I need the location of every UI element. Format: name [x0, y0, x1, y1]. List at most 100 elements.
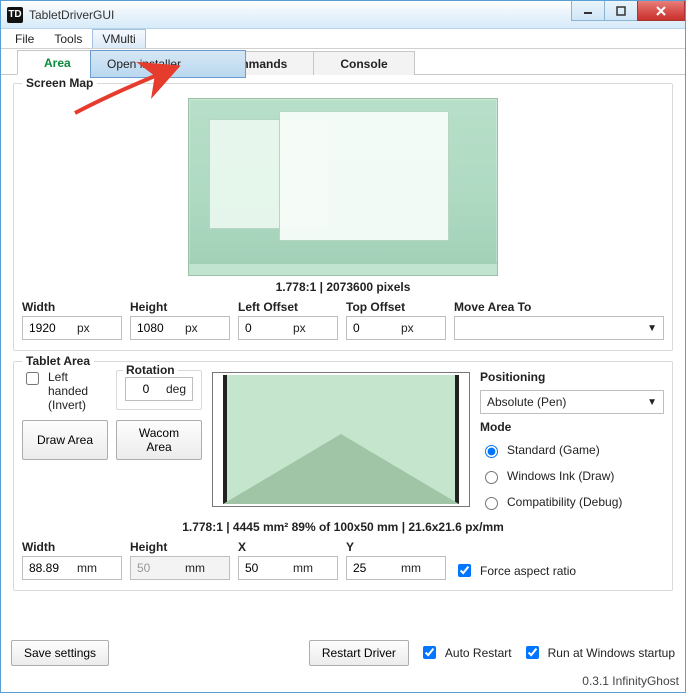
mode-windowsink-radio[interactable]	[485, 471, 498, 484]
screen-topoffset-label: Top Offset	[346, 300, 446, 314]
mode-compat-row[interactable]: Compatibility (Debug)	[480, 494, 664, 510]
screen-leftoffset-label: Left Offset	[238, 300, 338, 314]
menubar: File Tools VMulti	[1, 29, 685, 49]
left-handed-label: Left handed (Invert)	[48, 370, 108, 412]
auto-restart-checkbox[interactable]	[423, 646, 436, 659]
screen-leftoffset-box: px	[238, 316, 338, 340]
close-icon	[655, 5, 667, 17]
menu-tools[interactable]: Tools	[44, 29, 92, 48]
rotation-legend: Rotation	[123, 363, 178, 377]
rotation-input[interactable]	[126, 382, 166, 396]
screen-height-unit: px	[185, 321, 204, 335]
screen-leftoffset-input[interactable]	[239, 321, 293, 335]
screen-height-box: px	[130, 316, 230, 340]
app-icon: TD	[7, 7, 23, 23]
left-handed-checkbox[interactable]	[26, 372, 39, 385]
left-handed-row[interactable]: Left handed (Invert)	[22, 370, 108, 412]
chevron-down-icon: ▼	[647, 323, 657, 334]
maximize-icon	[616, 6, 626, 16]
mode-windowsink-label: Windows Ink (Draw)	[507, 469, 614, 483]
chevron-down-icon: ▼	[647, 397, 657, 408]
menu-file[interactable]: File	[5, 29, 44, 48]
close-button[interactable]	[637, 1, 685, 21]
tab-content-area: Screen Map 1.778:1 | 2073600 pixels Widt…	[1, 75, 685, 591]
status-text: 0.3.1 InfinityGhost	[582, 674, 679, 688]
ta-x-input[interactable]	[239, 561, 293, 575]
screen-topoffset-box: px	[346, 316, 446, 340]
ta-width-input[interactable]	[23, 561, 77, 575]
screen-width-label: Width	[22, 300, 122, 314]
screen-topoffset-input[interactable]	[347, 321, 401, 335]
draw-area-button[interactable]: Draw Area	[22, 420, 108, 460]
move-area-to-label: Move Area To	[454, 300, 664, 314]
preview-window-b	[279, 111, 449, 241]
window-title: TabletDriverGUI	[29, 8, 114, 22]
preview-taskbar	[189, 263, 497, 275]
mode-standard-row[interactable]: Standard (Game)	[480, 442, 664, 458]
move-area-to-combo[interactable]: ▼	[454, 316, 664, 340]
screen-map-group: Screen Map 1.778:1 | 2073600 pixels Widt…	[13, 83, 673, 351]
force-aspect-checkbox[interactable]	[458, 564, 471, 577]
ta-y-box: mm	[346, 556, 446, 580]
ta-width-unit: mm	[77, 561, 103, 575]
vmulti-dropdown: Open installer	[90, 50, 246, 78]
menu-vmulti[interactable]: VMulti	[92, 29, 145, 48]
ta-height-label: Height	[130, 540, 230, 554]
ta-x-label: X	[238, 540, 338, 554]
minimize-button[interactable]	[571, 1, 605, 21]
force-aspect-row[interactable]: Force aspect ratio	[454, 562, 576, 580]
tablet-area-preview[interactable]	[212, 372, 470, 507]
mode-compat-label: Compatibility (Debug)	[507, 495, 622, 509]
positioning-combo[interactable]: Absolute (Pen) ▼	[480, 390, 664, 414]
screen-topoffset-unit: px	[401, 321, 420, 335]
force-aspect-label: Force aspect ratio	[480, 564, 576, 578]
window-controls	[572, 1, 685, 21]
ta-y-label: Y	[346, 540, 446, 554]
ta-height-box: mm	[130, 556, 230, 580]
wacom-area-button[interactable]: Wacom Area	[116, 420, 202, 460]
save-settings-button[interactable]: Save settings	[11, 640, 109, 666]
screen-leftoffset-unit: px	[293, 321, 312, 335]
mode-compat-radio[interactable]	[485, 497, 498, 510]
screen-map-caption: 1.778:1 | 2073600 pixels	[22, 280, 664, 294]
run-at-startup-checkbox[interactable]	[526, 646, 539, 659]
minimize-icon	[583, 7, 593, 15]
auto-restart-label: Auto Restart	[445, 646, 512, 660]
tablet-area-legend: Tablet Area	[22, 354, 94, 368]
screen-width-unit: px	[77, 321, 96, 335]
tab-console-label: Console	[340, 57, 387, 71]
menu-open-installer[interactable]: Open installer	[93, 53, 243, 75]
rotation-unit: deg	[166, 382, 192, 396]
ta-y-unit: mm	[401, 561, 427, 575]
mode-label: Mode	[480, 420, 664, 434]
ta-height-input	[131, 561, 185, 575]
run-at-startup-row[interactable]: Run at Windows startup	[522, 644, 675, 662]
rotation-box: deg	[125, 377, 193, 401]
ta-height-unit: mm	[185, 561, 211, 575]
tab-console[interactable]: Console	[313, 51, 414, 75]
screen-map-legend: Screen Map	[22, 76, 97, 90]
screen-map-preview[interactable]	[188, 98, 498, 276]
screen-width-input[interactable]	[23, 321, 77, 335]
tablet-area-caption: 1.778:1 | 4445 mm² 89% of 100x50 mm | 21…	[22, 520, 664, 534]
mode-standard-label: Standard (Game)	[507, 443, 600, 457]
tab-area[interactable]: Area	[17, 50, 98, 75]
restart-driver-button[interactable]: Restart Driver	[309, 640, 409, 666]
screen-height-input[interactable]	[131, 321, 185, 335]
mode-standard-radio[interactable]	[485, 445, 498, 458]
mode-windowsink-row[interactable]: Windows Ink (Draw)	[480, 468, 664, 484]
ta-x-box: mm	[238, 556, 338, 580]
screen-height-label: Height	[130, 300, 230, 314]
screen-width-box: px	[22, 316, 122, 340]
run-at-startup-label: Run at Windows startup	[548, 646, 675, 660]
bottom-bar: Save settings Restart Driver Auto Restar…	[11, 640, 675, 666]
ta-width-label: Width	[22, 540, 122, 554]
ta-width-box: mm	[22, 556, 122, 580]
maximize-button[interactable]	[604, 1, 638, 21]
titlebar: TD TabletDriverGUI	[1, 1, 685, 29]
positioning-label: Positioning	[480, 370, 664, 384]
tablet-area-group: Tablet Area Left handed (Invert) Rotatio…	[13, 361, 673, 591]
app-window: TD TabletDriverGUI File Tools VMulti Ope…	[0, 0, 686, 693]
auto-restart-row[interactable]: Auto Restart	[419, 644, 512, 662]
ta-y-input[interactable]	[347, 561, 401, 575]
